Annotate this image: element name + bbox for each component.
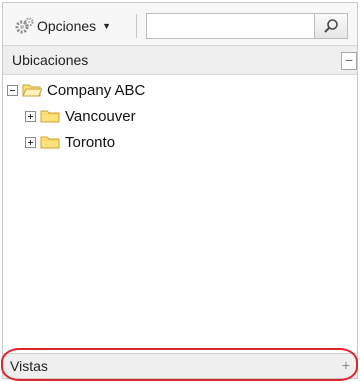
navigation-pane: Opciones ▼ Ubicaciones − Company ABC Van… — [1, 2, 358, 381]
search-icon — [324, 19, 338, 33]
search-input[interactable] — [146, 13, 314, 39]
node-label: Vancouver — [65, 107, 136, 125]
open-folder-icon — [22, 84, 42, 97]
views-title: Vistas — [10, 358, 48, 374]
options-label: Opciones — [37, 18, 97, 34]
expand-node-icon[interactable] — [25, 110, 36, 122]
expand-panel-button[interactable]: + — [339, 357, 353, 373]
tree-node-toronto[interactable]: Toronto — [25, 131, 115, 153]
folder-icon — [40, 110, 60, 123]
locations-title: Ubicaciones — [12, 52, 89, 68]
views-header[interactable]: Vistas + — [1, 348, 358, 381]
locations-tree: Company ABC Vancouver Toronto — [3, 75, 357, 353]
collapse-node-icon[interactable] — [7, 84, 18, 96]
node-label: Company ABC — [47, 81, 146, 99]
gear-icon — [15, 17, 34, 34]
expand-node-icon[interactable] — [25, 136, 36, 148]
node-label: Toronto — [65, 133, 116, 151]
highlight-annotation — [1, 348, 358, 381]
toolbar: Opciones ▼ — [3, 3, 357, 45]
chevron-down-icon: ▼ — [102, 21, 112, 31]
collapse-panel-button[interactable]: − — [341, 52, 357, 70]
tree-node-company-abc[interactable]: Company ABC — [7, 79, 145, 101]
toolbar-separator — [136, 14, 137, 38]
options-menu-button[interactable]: Opciones ▼ — [13, 15, 111, 37]
locations-header[interactable]: Ubicaciones − — [3, 45, 357, 75]
folder-icon — [40, 136, 60, 149]
tree-node-vancouver[interactable]: Vancouver — [25, 105, 136, 127]
search-button[interactable] — [314, 13, 348, 39]
